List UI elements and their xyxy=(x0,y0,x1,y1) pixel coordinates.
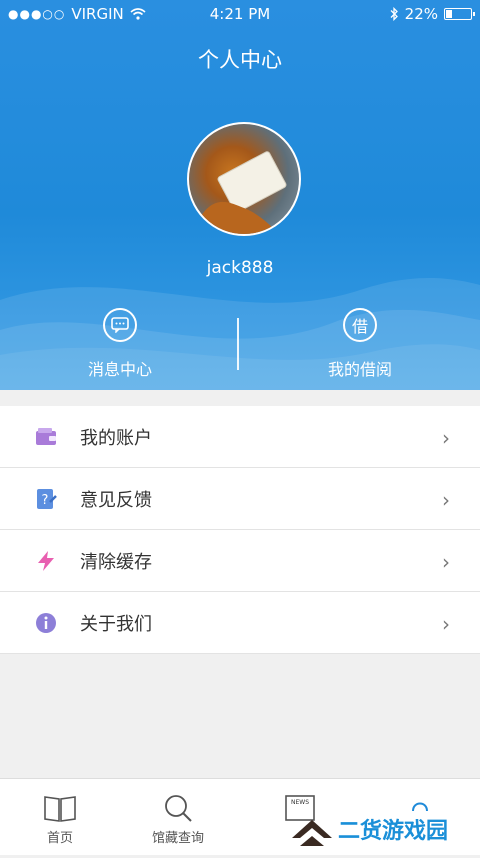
menu-item-about-us[interactable]: 关于我们 › xyxy=(0,592,480,654)
watermark-logo-icon xyxy=(292,820,332,838)
menu-item-my-account[interactable]: 我的账户 › xyxy=(0,406,480,468)
news-icon-text: NEWS xyxy=(291,799,309,806)
profile-header: ●●●○○ VIRGIN 4:21 PM 22% 个人中心 jack888 消息… xyxy=(0,0,480,390)
battery-icon xyxy=(444,8,475,20)
tab-collection-search[interactable]: 馆藏查询 xyxy=(118,779,238,855)
menu-item-feedback[interactable]: ? 意见反馈 › xyxy=(0,468,480,530)
menu-item-clear-cache[interactable]: 清除缓存 › xyxy=(0,530,480,592)
tab-label: 首页 xyxy=(46,831,73,846)
book-icon xyxy=(44,796,76,822)
menu-item-label: 关于我们 xyxy=(80,614,152,635)
message-center-label: 消息中心 xyxy=(87,360,152,379)
avatar[interactable] xyxy=(187,122,301,236)
message-icon xyxy=(103,308,137,342)
settings-menu: 我的账户 › ? 意见反馈 › 清除缓存 › 关于我们 › xyxy=(0,406,480,654)
chevron-right-icon: › xyxy=(442,426,450,450)
tab-label: 馆藏查询 xyxy=(151,831,204,846)
borrow-icon: 借 xyxy=(343,308,377,342)
svg-text:?: ? xyxy=(42,493,49,508)
watermark: 二货游戏园 xyxy=(290,806,480,854)
menu-item-label: 意见反馈 xyxy=(80,490,152,511)
avatar-photo xyxy=(199,151,287,234)
search-icon xyxy=(165,795,192,822)
bluetooth-icon xyxy=(390,7,398,21)
my-borrowing-button[interactable]: 借 我的借阅 xyxy=(240,308,480,380)
menu-item-label: 清除缓存 xyxy=(80,552,152,573)
actions-divider xyxy=(237,318,239,370)
chevron-right-icon: › xyxy=(442,488,450,512)
tab-home[interactable]: 首页 xyxy=(0,779,120,855)
wallet-icon xyxy=(36,428,56,445)
username: jack888 xyxy=(206,258,274,278)
message-center-button[interactable]: 消息中心 xyxy=(0,308,240,380)
battery-percent: 22% xyxy=(404,5,438,23)
chevron-right-icon: › xyxy=(442,550,450,574)
chevron-right-icon: › xyxy=(442,612,450,636)
watermark-text: 二货游戏园 xyxy=(338,818,448,844)
page-title: 个人中心 xyxy=(198,48,282,72)
feedback-icon: ? xyxy=(37,489,57,509)
info-icon xyxy=(36,613,56,633)
menu-item-label: 我的账户 xyxy=(80,428,152,449)
lightning-icon xyxy=(38,551,54,571)
my-borrowing-label: 我的借阅 xyxy=(327,360,392,379)
status-bar: ●●●○○ VIRGIN 4:21 PM 22% xyxy=(0,0,480,28)
